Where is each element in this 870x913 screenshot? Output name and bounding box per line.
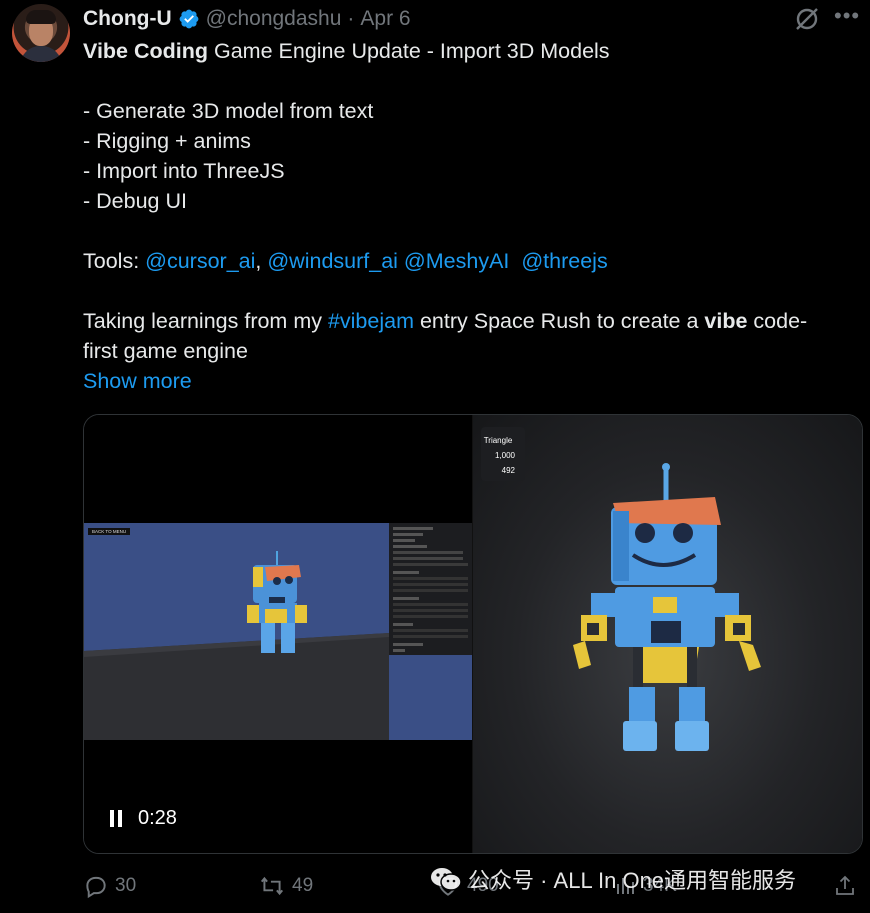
tweet-title-line: Vibe Coding Game Engine Update - Import …: [83, 36, 863, 66]
tweet-header: Chong-U @chongdashu · Apr 6: [83, 5, 411, 33]
author-handle[interactable]: @chongdashu: [206, 7, 342, 31]
reply-icon: [86, 876, 106, 899]
repost-icon: [260, 876, 284, 896]
reply-count: 30: [115, 875, 137, 896]
tweet-date[interactable]: Apr 6: [360, 7, 410, 31]
avatar-hair: [26, 10, 56, 24]
repost-button[interactable]: 49: [258, 868, 313, 904]
grok-icon[interactable]: [794, 6, 820, 32]
mention-cursor-ai[interactable]: @cursor_ai: [145, 249, 255, 273]
tweet-text: Vibe Coding Game Engine Update - Import …: [83, 36, 863, 396]
bullet-3: - Import into ThreeJS: [83, 159, 285, 183]
taking-line-2: first game engine: [83, 339, 248, 363]
mention-meshyai[interactable]: @MeshyAI: [404, 249, 509, 273]
share-button[interactable]: [833, 868, 863, 904]
taking-part-1: Taking learnings from my: [83, 309, 328, 333]
more-options-icon[interactable]: •••: [834, 5, 860, 30]
reply-button[interactable]: 30: [83, 868, 136, 904]
tools-separator-1: ,: [255, 249, 268, 273]
show-more-link[interactable]: Show more: [83, 366, 863, 396]
bullet-2: - Rigging + anims: [83, 129, 251, 153]
back-to-menu-button[interactable]: BACK TO MENU: [88, 528, 131, 535]
video-left-pane: BACK TO MENU 0:28: [84, 415, 472, 853]
share-icon: [836, 875, 854, 895]
author-avatar[interactable]: [12, 4, 70, 62]
verified-badge-icon: [179, 9, 199, 29]
bullet-1: - Generate 3D model from text: [83, 99, 374, 123]
tools-separator-3: [509, 249, 521, 273]
mention-windsurf-ai[interactable]: @windsurf_ai: [267, 249, 398, 273]
video-right-pane: Triangle 1,000 492: [473, 415, 862, 853]
taking-bold-vibe: vibe: [704, 309, 748, 333]
wechat-icon: [431, 868, 462, 891]
debug-ui-panel: [389, 523, 472, 655]
title-bold: Vibe Coding: [83, 39, 209, 63]
large-robot-render: [573, 463, 761, 751]
taking-part-2: entry Space Rush to create a: [414, 309, 705, 333]
mention-threejs[interactable]: @threejs: [521, 249, 607, 273]
avatar-shirt: [20, 46, 62, 62]
header-separator: ·: [347, 7, 355, 30]
bullet-4: - Debug UI: [83, 189, 187, 213]
hashtag-vibejam[interactable]: #vibejam: [328, 309, 414, 333]
video-controls: 0:28: [109, 807, 177, 830]
author-name[interactable]: Chong-U: [83, 7, 172, 31]
video-media[interactable]: BACK TO MENU 0:28 Triangle 1,000 492: [83, 414, 863, 854]
video-timecode: 0:28: [138, 807, 177, 829]
taking-part-3: code-: [747, 309, 808, 333]
watermark-text: 公众号 · ALL In One通用智能服务: [468, 868, 797, 893]
wechat-watermark: 公众号 · ALL In One通用智能服务: [430, 862, 796, 896]
repost-count: 49: [292, 875, 314, 896]
taking-line: Taking learnings from my #vibejam entry …: [83, 306, 863, 336]
tools-prefix: Tools:: [83, 249, 146, 273]
title-rest: Game Engine Update - Import 3D Models: [208, 39, 610, 63]
tools-line: Tools: @cursor_ai, @windsurf_ai @MeshyAI…: [83, 246, 863, 276]
game-scene-screenshot: BACK TO MENU: [84, 523, 472, 740]
pause-icon[interactable]: [109, 810, 123, 827]
